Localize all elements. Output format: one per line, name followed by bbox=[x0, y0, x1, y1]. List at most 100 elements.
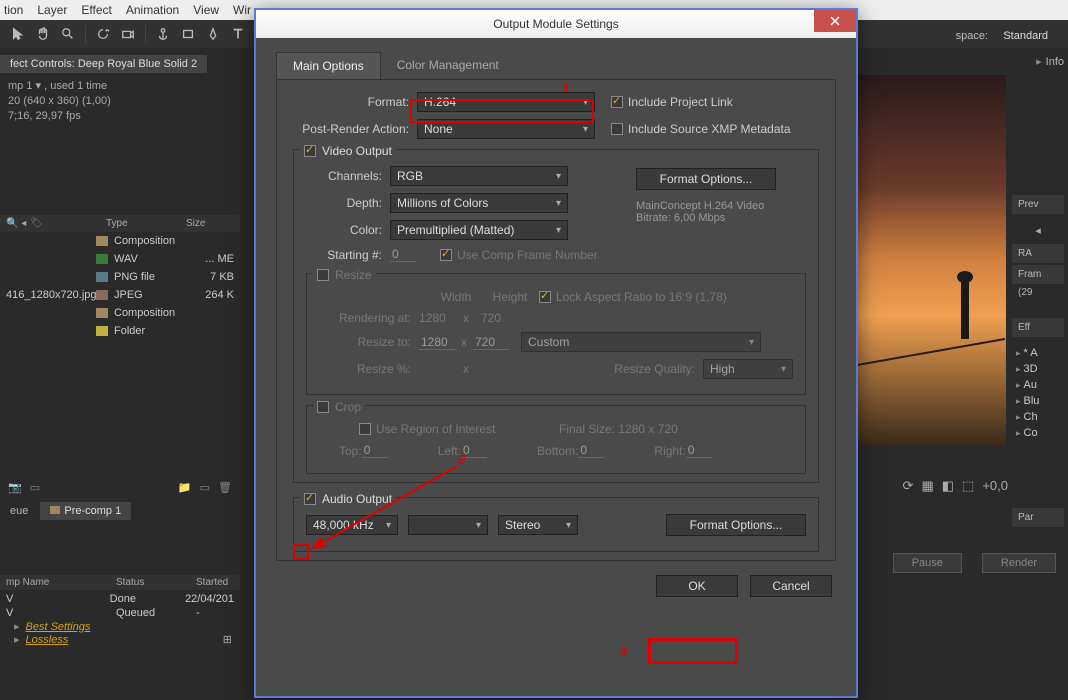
hand-tool-icon[interactable] bbox=[31, 22, 55, 46]
cancel-button[interactable]: Cancel bbox=[750, 575, 832, 597]
effect-category[interactable]: 3D bbox=[1012, 361, 1064, 377]
camera-tool-icon[interactable] bbox=[116, 22, 140, 46]
selection-tool-icon[interactable] bbox=[6, 22, 30, 46]
menu-item[interactable]: Wir bbox=[233, 3, 251, 17]
tab-color-management[interactable]: Color Management bbox=[381, 52, 515, 79]
comp-dimensions: 20 (640 x 360) (1,00) bbox=[8, 94, 232, 109]
best-settings-link[interactable]: Best Settings bbox=[26, 621, 91, 633]
rotate-tool-icon[interactable] bbox=[91, 22, 115, 46]
list-item[interactable]: Composition bbox=[0, 232, 240, 250]
timeline-toolbar: ⟳ ▦ ◧ ⬚ +0,0 bbox=[903, 478, 1008, 494]
channels-select[interactable]: RGB bbox=[390, 166, 568, 186]
lossless-link[interactable]: Lossless bbox=[26, 634, 69, 646]
trash-icon[interactable]: 🗑 bbox=[218, 481, 232, 494]
add-output-icon[interactable]: ⊞ bbox=[223, 633, 240, 646]
lock-aspect-label: Lock Aspect Ratio to 16:9 (1,78) bbox=[556, 290, 727, 304]
effects-panel-tab[interactable]: Eff bbox=[1012, 318, 1064, 337]
paragraph-panel-tab[interactable]: Par bbox=[1012, 508, 1064, 527]
text-tool-icon[interactable] bbox=[226, 22, 250, 46]
col-started[interactable]: Started bbox=[196, 577, 228, 588]
final-size-label: Final Size: 1280 x 720 bbox=[559, 422, 678, 436]
col-status[interactable]: Status bbox=[116, 577, 196, 588]
effect-category[interactable]: Co bbox=[1012, 425, 1064, 441]
effect-category[interactable]: Blu bbox=[1012, 393, 1064, 409]
timeline-icon[interactable]: ◧ bbox=[942, 478, 954, 494]
timeline-icon[interactable]: ⬚ bbox=[962, 478, 974, 494]
col-type[interactable]: Type bbox=[106, 218, 186, 229]
queue-tab[interactable]: eue bbox=[0, 502, 38, 520]
format-label: Format: bbox=[293, 95, 417, 109]
audio-channels-select[interactable]: Stereo bbox=[498, 515, 578, 535]
col-size[interactable]: Size bbox=[186, 218, 205, 229]
channels-label: Channels: bbox=[306, 169, 390, 183]
composition-preview[interactable] bbox=[856, 75, 1006, 445]
rect-tool-icon[interactable] bbox=[176, 22, 200, 46]
menu-item[interactable]: View bbox=[193, 3, 219, 17]
ram-preview-label: RA bbox=[1012, 244, 1064, 263]
menu-item[interactable]: tion bbox=[4, 3, 23, 17]
bpc-icon[interactable]: ▭ bbox=[30, 481, 40, 494]
resize-quality-label: Resize Quality: bbox=[614, 362, 703, 376]
pause-button[interactable]: Pause bbox=[893, 553, 962, 573]
dialog-titlebar[interactable]: Output Module Settings bbox=[256, 10, 856, 38]
post-render-select[interactable]: None bbox=[417, 119, 595, 139]
render-button[interactable]: Render bbox=[982, 553, 1056, 573]
table-row[interactable]: VDone22/04/201 bbox=[0, 592, 240, 606]
effect-controls-tab[interactable]: fect Controls: Deep Royal Blue Solid 2 bbox=[0, 55, 207, 73]
audio-output-checkbox[interactable] bbox=[304, 493, 316, 505]
close-icon bbox=[830, 16, 840, 26]
audio-rate-select[interactable]: 48,000 kHz bbox=[306, 515, 398, 535]
include-project-link-checkbox[interactable] bbox=[611, 96, 623, 108]
preview-panel-tab[interactable]: Prev bbox=[1012, 195, 1064, 214]
list-item[interactable]: WAV... ME bbox=[0, 250, 240, 268]
ok-button[interactable]: OK bbox=[656, 575, 738, 597]
workspace-value[interactable]: Standard bbox=[1003, 30, 1048, 42]
project-footer: 📷 ▭ 📁 ▭ 🗑 bbox=[0, 475, 240, 499]
starting-label: Starting #: bbox=[306, 248, 390, 262]
precomp-tab[interactable]: Pre-comp 1 bbox=[40, 502, 131, 520]
info-panel-tab[interactable]: Info bbox=[1036, 55, 1064, 68]
timeline-icon[interactable]: ⟳ bbox=[903, 478, 914, 494]
include-xmp-checkbox[interactable] bbox=[611, 123, 623, 135]
output-module-settings-dialog: Output Module Settings Main Options Colo… bbox=[254, 8, 858, 698]
new-folder-icon[interactable]: 📁 bbox=[178, 481, 192, 494]
width-label: Width bbox=[431, 290, 481, 304]
effect-category[interactable]: Ch bbox=[1012, 409, 1064, 425]
resize-checkbox[interactable] bbox=[317, 269, 329, 281]
list-item[interactable]: PNG file7 KB bbox=[0, 268, 240, 286]
list-item[interactable]: Folder bbox=[0, 322, 240, 340]
menu-item[interactable]: Animation bbox=[126, 3, 179, 17]
list-item[interactable]: 416_1280x720.jpgJPEG264 K bbox=[0, 286, 240, 304]
video-output-checkbox[interactable] bbox=[304, 145, 316, 157]
render-queue-panel: eue Pre-comp 1 bbox=[0, 502, 240, 520]
col-compname[interactable]: mp Name bbox=[6, 577, 116, 588]
list-item[interactable]: Composition bbox=[0, 304, 240, 322]
anchor-tool-icon[interactable] bbox=[151, 22, 175, 46]
tab-main-options[interactable]: Main Options bbox=[276, 52, 381, 79]
crop-right-value: 0 bbox=[686, 443, 712, 458]
dialog-title: Output Module Settings bbox=[493, 17, 618, 31]
audio-depth-select[interactable] bbox=[408, 515, 488, 535]
new-comp-icon[interactable]: ▭ bbox=[200, 481, 210, 494]
audio-format-options-button[interactable]: Format Options... bbox=[666, 514, 806, 536]
format-options-button[interactable]: Format Options... bbox=[636, 168, 776, 190]
timeline-offset: +0,0 bbox=[982, 478, 1008, 494]
format-select[interactable]: H.264 bbox=[417, 92, 595, 112]
pen-tool-icon[interactable] bbox=[201, 22, 225, 46]
menu-item[interactable]: Effect bbox=[81, 3, 111, 17]
comp-fps: 7;16, 29,97 fps bbox=[8, 109, 232, 124]
depth-select[interactable]: Millions of Colors bbox=[390, 193, 568, 213]
zoom-tool-icon[interactable] bbox=[56, 22, 80, 46]
menu-item[interactable]: Layer bbox=[37, 3, 67, 17]
bin-icon[interactable]: 📷 bbox=[8, 481, 22, 494]
timeline-icon[interactable]: ▦ bbox=[921, 478, 933, 494]
effect-category[interactable]: Au bbox=[1012, 377, 1064, 393]
color-select[interactable]: Premultiplied (Matted) bbox=[390, 220, 568, 240]
project-panel: fect Controls: Deep Royal Blue Solid 2 m… bbox=[0, 55, 240, 130]
crop-checkbox[interactable] bbox=[317, 401, 329, 413]
video-output-label: Video Output bbox=[322, 144, 392, 158]
table-row[interactable]: VQueued- bbox=[0, 606, 240, 620]
effect-category[interactable]: * A bbox=[1012, 345, 1064, 361]
close-button[interactable] bbox=[814, 10, 856, 32]
include-xmp-label: Include Source XMP Metadata bbox=[628, 122, 791, 136]
